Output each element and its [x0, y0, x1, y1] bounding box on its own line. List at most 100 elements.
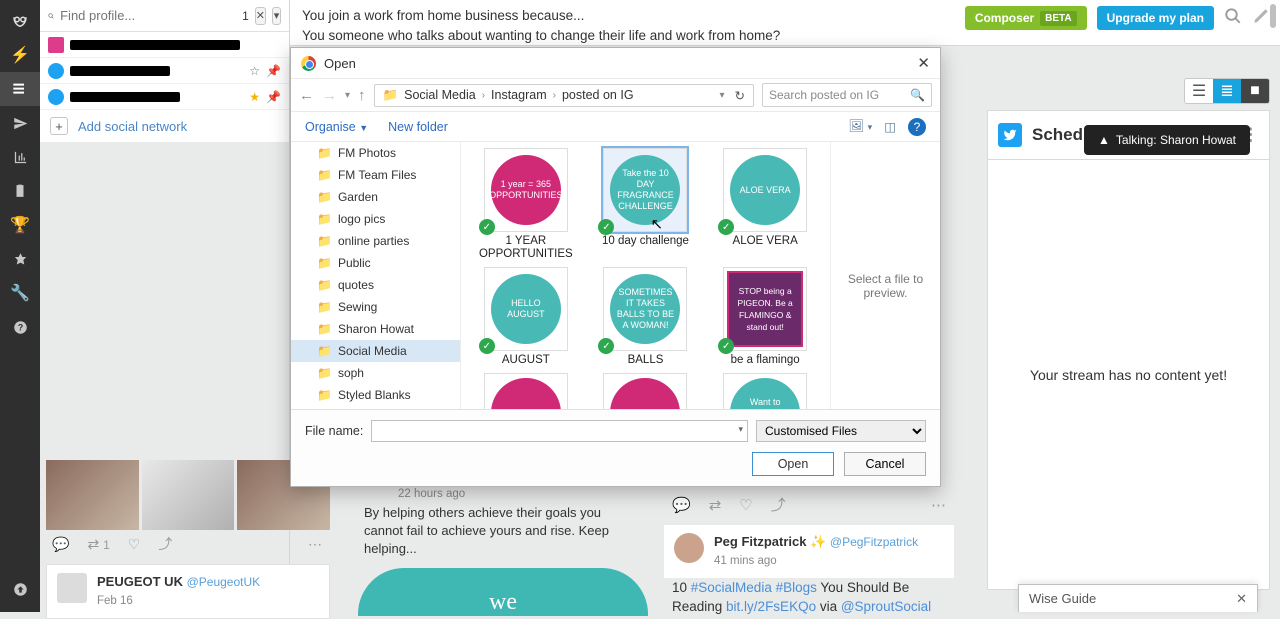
help-icon[interactable]: ?	[0, 310, 40, 344]
share-icon[interactable]: ⤴	[771, 494, 786, 515]
tree-item[interactable]: 📁Styled Blanks	[291, 384, 460, 406]
preview-pane-icon[interactable]: ◫	[884, 119, 896, 134]
hashtag[interactable]: #SocialMedia	[691, 580, 772, 595]
tree-item[interactable]: 📁logo pics	[291, 208, 460, 230]
post-image[interactable]: we	[358, 568, 648, 616]
profile-row[interactable]	[40, 32, 289, 58]
avatar	[674, 533, 704, 563]
new-folder-button[interactable]: New folder	[388, 120, 448, 134]
folder-tree[interactable]: 📁FM Photos📁FM Team Files📁Garden📁logo pic…	[291, 142, 461, 409]
tools-icon[interactable]: 🔧	[0, 276, 40, 310]
cancel-button[interactable]: Cancel	[844, 452, 926, 476]
add-social-network[interactable]: + Add social network	[40, 110, 289, 142]
dialog-help-icon[interactable]: ?	[908, 118, 926, 136]
view-list-icon[interactable]: ☰	[1185, 79, 1213, 103]
owl-logo-icon[interactable]	[0, 4, 40, 38]
star-icon[interactable]: ★	[249, 90, 260, 104]
up-icon[interactable]: ↑	[358, 87, 366, 104]
kebab-icon[interactable]: ⋯	[308, 536, 322, 553]
tree-item[interactable]: 📁Sharon Howat	[291, 318, 460, 340]
reply-icon[interactable]: 💬	[672, 496, 691, 514]
talking-notification[interactable]: ▲ Talking: Sharon Howat	[1084, 125, 1250, 155]
profile-row[interactable]: ☆ 📌	[40, 58, 289, 84]
reply-icon[interactable]: 💬	[52, 536, 69, 553]
tree-item[interactable]: 📁quotes	[291, 274, 460, 296]
account-name: PEUGEOT UK	[97, 574, 183, 589]
file-item[interactable]: STOP being a PIGEON. Be a FLAMINGO & sta…	[706, 267, 824, 367]
upgrade-button[interactable]: Upgrade my plan	[1097, 6, 1214, 30]
profile-search-input[interactable]	[60, 8, 236, 23]
file-item[interactable]: Be a Flamingo	[467, 373, 585, 409]
tree-item[interactable]: 📁online parties	[291, 230, 460, 252]
beta-badge: BETA	[1040, 11, 1076, 26]
like-icon[interactable]: ♡	[739, 496, 752, 514]
profile-row[interactable]: ★ 📌	[40, 84, 289, 110]
file-item[interactable]: BE	[587, 373, 705, 409]
chevron-down-icon[interactable]: ▾	[719, 90, 724, 101]
view-dark-icon[interactable]: ■	[1241, 79, 1269, 103]
chevron-down-icon[interactable]: ▾	[272, 7, 281, 25]
breadcrumb[interactable]: 📁 Social Media › Instagram › posted on I…	[374, 84, 754, 107]
publisher-icon[interactable]	[0, 106, 40, 140]
clear-button[interactable]: ✕	[255, 7, 266, 25]
tree-item[interactable]: 📁Garden	[291, 186, 460, 208]
breadcrumb-item[interactable]: Social Media	[404, 88, 476, 102]
assignments-icon[interactable]	[0, 174, 40, 208]
filename-input[interactable]	[371, 420, 748, 442]
apps-icon[interactable]	[0, 242, 40, 276]
forward-icon[interactable]: →	[322, 87, 337, 104]
close-icon[interactable]: ✕	[917, 54, 930, 72]
view-bar: ☰ ≣ ■	[1184, 78, 1270, 104]
tree-item[interactable]: 📁Sewing	[291, 296, 460, 318]
hashtag[interactable]: #Blogs	[776, 580, 817, 595]
tree-item[interactable]: 📁FM Team Files	[291, 164, 460, 186]
up-arrow-icon[interactable]	[0, 572, 40, 606]
like-icon[interactable]: ♡	[128, 536, 141, 553]
wise-guide-bar[interactable]: Wise Guide ✕	[1018, 584, 1258, 612]
streams-icon[interactable]	[0, 72, 40, 106]
file-item[interactable]: ALOE VERA✓ALOE VERA	[706, 148, 824, 261]
open-button[interactable]: Open	[752, 452, 834, 476]
tree-item[interactable]: 📁soph	[291, 362, 460, 384]
scrollbar[interactable]	[1270, 4, 1276, 28]
tree-item[interactable]: 📁Social Media	[291, 340, 460, 362]
pin-icon[interactable]: 📌	[266, 90, 281, 104]
tree-item[interactable]: 📁Tarot	[291, 406, 460, 409]
tree-item[interactable]: 📁Public	[291, 252, 460, 274]
share-icon[interactable]: ⤴	[158, 534, 172, 554]
tweet[interactable]: Peg Fitzpatrick ✨ @PegFitzpatrick 41 min…	[664, 525, 954, 578]
filetype-select[interactable]: Customised Files	[756, 420, 926, 442]
post-images[interactable]	[46, 460, 330, 530]
composer-button[interactable]: Composer BETA	[965, 6, 1087, 30]
file-item[interactable]: HELLO AUGUST✓AUGUST	[467, 267, 585, 367]
pen-icon[interactable]	[1252, 7, 1270, 30]
close-icon[interactable]: ✕	[1236, 591, 1247, 607]
retweet-icon[interactable]: ⇄ 1	[87, 536, 109, 553]
organise-menu[interactable]: Organise ▼	[305, 120, 368, 134]
breadcrumb-item[interactable]: posted on IG	[562, 88, 634, 102]
contests-icon[interactable]: 🏆	[0, 208, 40, 242]
tweet[interactable]: PEUGEOT UK @PeugeotUK Feb 16	[46, 564, 330, 619]
dialog-search[interactable]: Search posted on IG 🔍	[762, 83, 932, 107]
file-label: ALOE VERA	[733, 235, 798, 248]
post-actions: 💬 ⇄ ♡ ⤴ ⋯	[664, 490, 954, 519]
file-item[interactable]: SOMETIMES IT TAKES BALLS TO BE A WOMAN!✓…	[587, 267, 705, 367]
star-icon[interactable]: ☆	[249, 64, 260, 78]
search-icon[interactable]	[1224, 7, 1242, 30]
view-icon[interactable]: 🖼 ▾	[848, 119, 872, 134]
pin-icon[interactable]: 📌	[266, 64, 281, 78]
breadcrumb-item[interactable]: Instagram	[491, 88, 547, 102]
file-item[interactable]: Take the 10 DAY FRAGRANCE CHALLENGE✓↖10 …	[587, 148, 705, 261]
file-item[interactable]: Want to connect & be friends?	[706, 373, 824, 409]
back-icon[interactable]: ←	[299, 87, 314, 104]
refresh-icon[interactable]: ↻	[735, 88, 745, 103]
retweet-icon[interactable]: ⇄	[709, 496, 722, 514]
chevron-down-icon[interactable]: ▾	[738, 424, 743, 435]
analytics-icon[interactable]	[0, 140, 40, 174]
kebab-icon[interactable]: ⋯	[931, 496, 946, 514]
view-compact-icon[interactable]: ≣	[1213, 79, 1241, 103]
chevron-down-icon[interactable]: ▾	[345, 90, 350, 101]
zap-icon[interactable]: ⚡	[0, 38, 40, 72]
file-item[interactable]: 1 year = 365 OPPORTUNITIES✓1 YEAR OPPORT…	[467, 148, 585, 261]
tree-item[interactable]: 📁FM Photos	[291, 142, 460, 164]
